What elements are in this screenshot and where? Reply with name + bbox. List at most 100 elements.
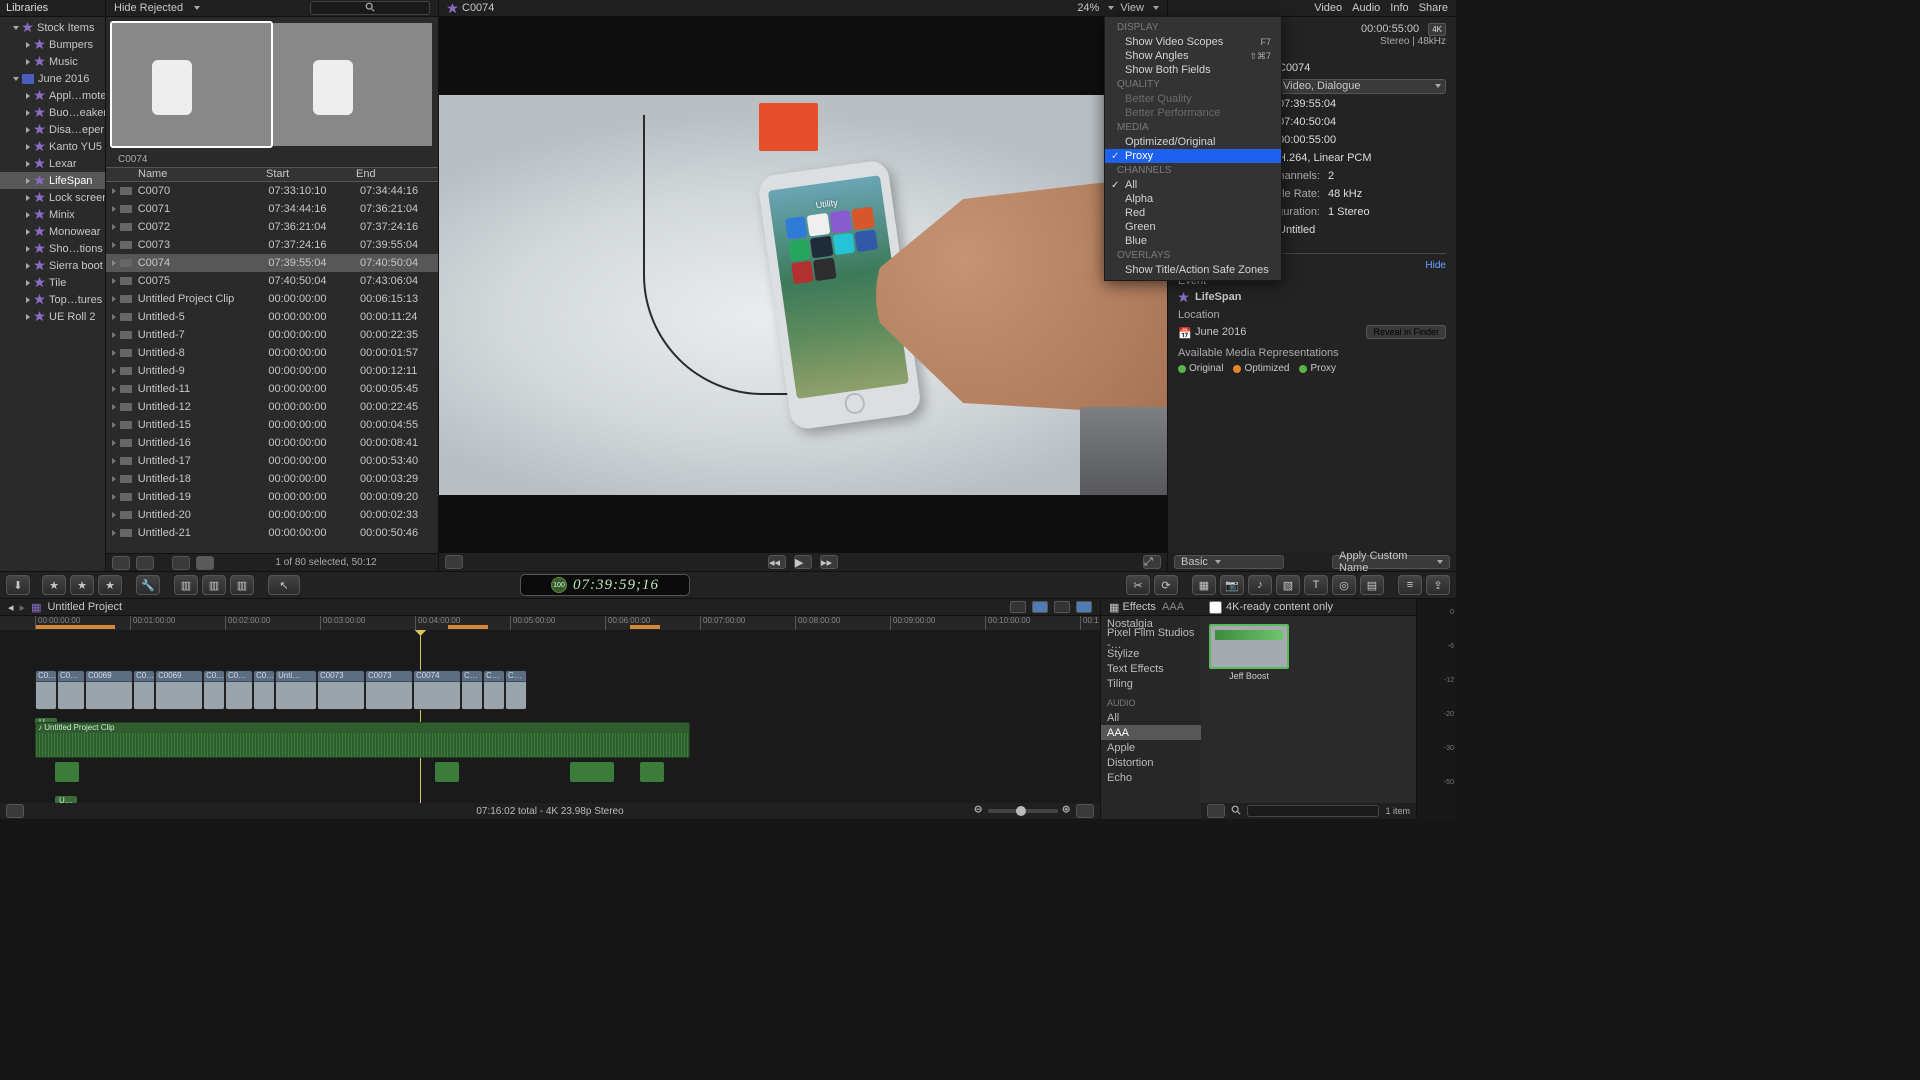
clip-row[interactable]: Untitled-1900:00:00:0000:00:09:20 bbox=[106, 488, 438, 506]
clip-row[interactable]: Untitled-1500:00:00:0000:00:04:55 bbox=[106, 416, 438, 434]
clip-row[interactable]: C007207:36:21:0407:37:24:16 bbox=[106, 218, 438, 236]
skimming-toggle[interactable] bbox=[1010, 601, 1026, 613]
sidebar-item-sierra-boot[interactable]: Sierra boot bbox=[0, 257, 105, 274]
disclosure-triangle-icon[interactable] bbox=[26, 93, 30, 99]
zoom-out-icon[interactable] bbox=[974, 805, 984, 818]
disclosure-triangle-icon[interactable] bbox=[26, 212, 30, 218]
disclosure-triangle-icon[interactable] bbox=[112, 512, 116, 518]
4k-only-checkbox[interactable] bbox=[1209, 601, 1222, 614]
menu-channel-red[interactable]: Red bbox=[1105, 206, 1281, 220]
timeline-video-clip[interactable]: C0… bbox=[57, 670, 85, 710]
sidebar-item-minix[interactable]: Minix bbox=[0, 206, 105, 223]
effect-category[interactable]: Echo bbox=[1101, 770, 1201, 785]
menu-proxy[interactable]: ✓Proxy bbox=[1105, 149, 1281, 163]
clip-row[interactable]: C007407:39:55:0407:40:50:04 bbox=[106, 254, 438, 272]
clip-row[interactable]: C007007:33:10:1007:34:44:16 bbox=[106, 182, 438, 200]
disclosure-triangle-icon[interactable] bbox=[112, 458, 116, 464]
sidebar-item-top-tures[interactable]: Top…tures bbox=[0, 291, 105, 308]
timeline-video-clip[interactable]: C0… bbox=[35, 670, 57, 710]
timeline-video-clip[interactable]: C0… bbox=[133, 670, 155, 710]
filmstrip-thumb[interactable] bbox=[112, 23, 271, 146]
disclosure-triangle-icon[interactable] bbox=[112, 188, 116, 194]
connect-clip-button[interactable]: ▥ bbox=[174, 575, 198, 595]
clip-row[interactable]: Untitled-500:00:00:0000:00:11:24 bbox=[106, 308, 438, 326]
disclosure-triangle-icon[interactable] bbox=[13, 26, 19, 30]
clip-appearance-button[interactable] bbox=[1076, 804, 1094, 818]
connected-audio[interactable] bbox=[435, 762, 459, 782]
timeline-video-clip[interactable]: C… bbox=[461, 670, 483, 710]
sidebar-item-bumpers[interactable]: Bumpers bbox=[0, 36, 105, 53]
enhance-button[interactable]: 🔧 bbox=[136, 575, 160, 595]
connected-audio[interactable] bbox=[590, 762, 614, 782]
timeline-video-clip[interactable]: C… bbox=[505, 670, 527, 710]
timeline-tracks[interactable]: C0…C0…C0069C0…C0069C0…C0…C0…Unti…C0073C0… bbox=[0, 630, 1100, 803]
effect-item[interactable]: Jeff Boost bbox=[1209, 624, 1289, 681]
effect-category[interactable]: Distortion bbox=[1101, 755, 1201, 770]
audio-skimming-toggle[interactable] bbox=[1032, 601, 1048, 613]
disclosure-triangle-icon[interactable] bbox=[112, 206, 116, 212]
forward-icon[interactable]: ▸ bbox=[20, 601, 26, 614]
clip-row[interactable]: C007307:37:24:1607:39:55:04 bbox=[106, 236, 438, 254]
effect-category[interactable]: Pixel Film Studios -… bbox=[1101, 631, 1201, 646]
clip-row[interactable]: Untitled-800:00:00:0000:00:01:57 bbox=[106, 344, 438, 362]
effect-category[interactable]: AAA bbox=[1101, 725, 1201, 740]
connected-clip[interactable]: U… bbox=[55, 796, 77, 803]
sidebar-item-tile[interactable]: Tile bbox=[0, 274, 105, 291]
effect-category[interactable]: Text Effects bbox=[1101, 661, 1201, 676]
timeline-ruler[interactable]: 00:00:00:0000:01:00:0000:02:00:0000:03:0… bbox=[0, 616, 1100, 630]
sidebar-item-kanto-yu5[interactable]: Kanto YU5 bbox=[0, 138, 105, 155]
clip-row[interactable]: C007107:34:44:1607:36:21:04 bbox=[106, 200, 438, 218]
snapping-toggle[interactable] bbox=[1076, 601, 1092, 613]
keyword-button[interactable]: ★ bbox=[42, 575, 66, 595]
next-frame-button[interactable]: ▸▸ bbox=[820, 555, 838, 569]
tab-audio[interactable]: Audio bbox=[1352, 2, 1380, 14]
clip-row[interactable]: Untitled-2000:00:00:0000:00:02:33 bbox=[106, 506, 438, 524]
disclosure-triangle-icon[interactable] bbox=[26, 263, 30, 269]
disclosure-triangle-icon[interactable] bbox=[112, 368, 116, 374]
timeline-video-clip[interactable]: C0073 bbox=[317, 670, 365, 710]
disclosure-triangle-icon[interactable] bbox=[112, 350, 116, 356]
back-icon[interactable]: ◂ bbox=[8, 601, 14, 614]
effect-category[interactable]: Apple bbox=[1101, 740, 1201, 755]
disclosure-triangle-icon[interactable] bbox=[112, 386, 116, 392]
timeline-index-button[interactable]: ≡ bbox=[1398, 575, 1422, 595]
disclosure-triangle-icon[interactable] bbox=[112, 314, 116, 320]
menu-show-video-scopes[interactable]: Show Video ScopesF7 bbox=[1105, 35, 1281, 49]
browser-search-input[interactable] bbox=[310, 1, 430, 15]
timeline-video-clip[interactable]: C… bbox=[483, 670, 505, 710]
play-button[interactable]: ▶ bbox=[794, 555, 812, 569]
titles-button[interactable]: T bbox=[1304, 575, 1328, 595]
disclosure-triangle-icon[interactable] bbox=[26, 314, 30, 320]
viewer-layout-button[interactable] bbox=[445, 555, 463, 569]
audio-clip[interactable]: ♪ Untitled Project Clip bbox=[35, 722, 690, 758]
disclosure-triangle-icon[interactable] bbox=[112, 404, 116, 410]
disclosure-triangle-icon[interactable] bbox=[26, 297, 30, 303]
tools-button[interactable]: ✂ bbox=[1126, 575, 1150, 595]
sidebar-item-lock-screen[interactable]: Lock screen bbox=[0, 189, 105, 206]
themes-button[interactable]: ▤ bbox=[1360, 575, 1384, 595]
playhead[interactable] bbox=[420, 630, 421, 803]
disclosure-triangle-icon[interactable] bbox=[26, 195, 30, 201]
zoom-slider[interactable] bbox=[988, 809, 1058, 813]
sidebar-item-buo-eaker[interactable]: Buo…eaker bbox=[0, 104, 105, 121]
clip-name-value[interactable]: C0074 bbox=[1278, 62, 1446, 74]
clip-row[interactable]: Untitled-900:00:00:0000:00:12:11 bbox=[106, 362, 438, 380]
hide-link[interactable]: Hide bbox=[1425, 260, 1446, 271]
viewer-zoom[interactable]: 24% bbox=[1077, 2, 1099, 14]
arrow-tool[interactable]: ↖ bbox=[268, 575, 300, 595]
keyword-button[interactable]: ★ bbox=[70, 575, 94, 595]
effects-browser-button[interactable]: ▦ bbox=[1192, 575, 1216, 595]
sidebar-item-disa-eper[interactable]: Disa…eper bbox=[0, 121, 105, 138]
disclosure-triangle-icon[interactable] bbox=[112, 530, 116, 536]
disclosure-triangle-icon[interactable] bbox=[112, 476, 116, 482]
tab-video[interactable]: Video bbox=[1314, 2, 1342, 14]
connected-audio[interactable] bbox=[640, 762, 664, 782]
disclosure-triangle-icon[interactable] bbox=[112, 242, 116, 248]
effect-category[interactable]: All bbox=[1101, 710, 1201, 725]
hide-rejected-dropdown[interactable]: Hide Rejected bbox=[114, 2, 183, 14]
menu-channel-alpha[interactable]: Alpha bbox=[1105, 192, 1281, 206]
disclosure-triangle-icon[interactable] bbox=[26, 127, 30, 133]
sidebar-item-stock-items[interactable]: Stock Items bbox=[0, 19, 105, 36]
disclosure-triangle-icon[interactable] bbox=[26, 59, 30, 65]
project-name[interactable]: Untitled Project bbox=[47, 601, 122, 613]
